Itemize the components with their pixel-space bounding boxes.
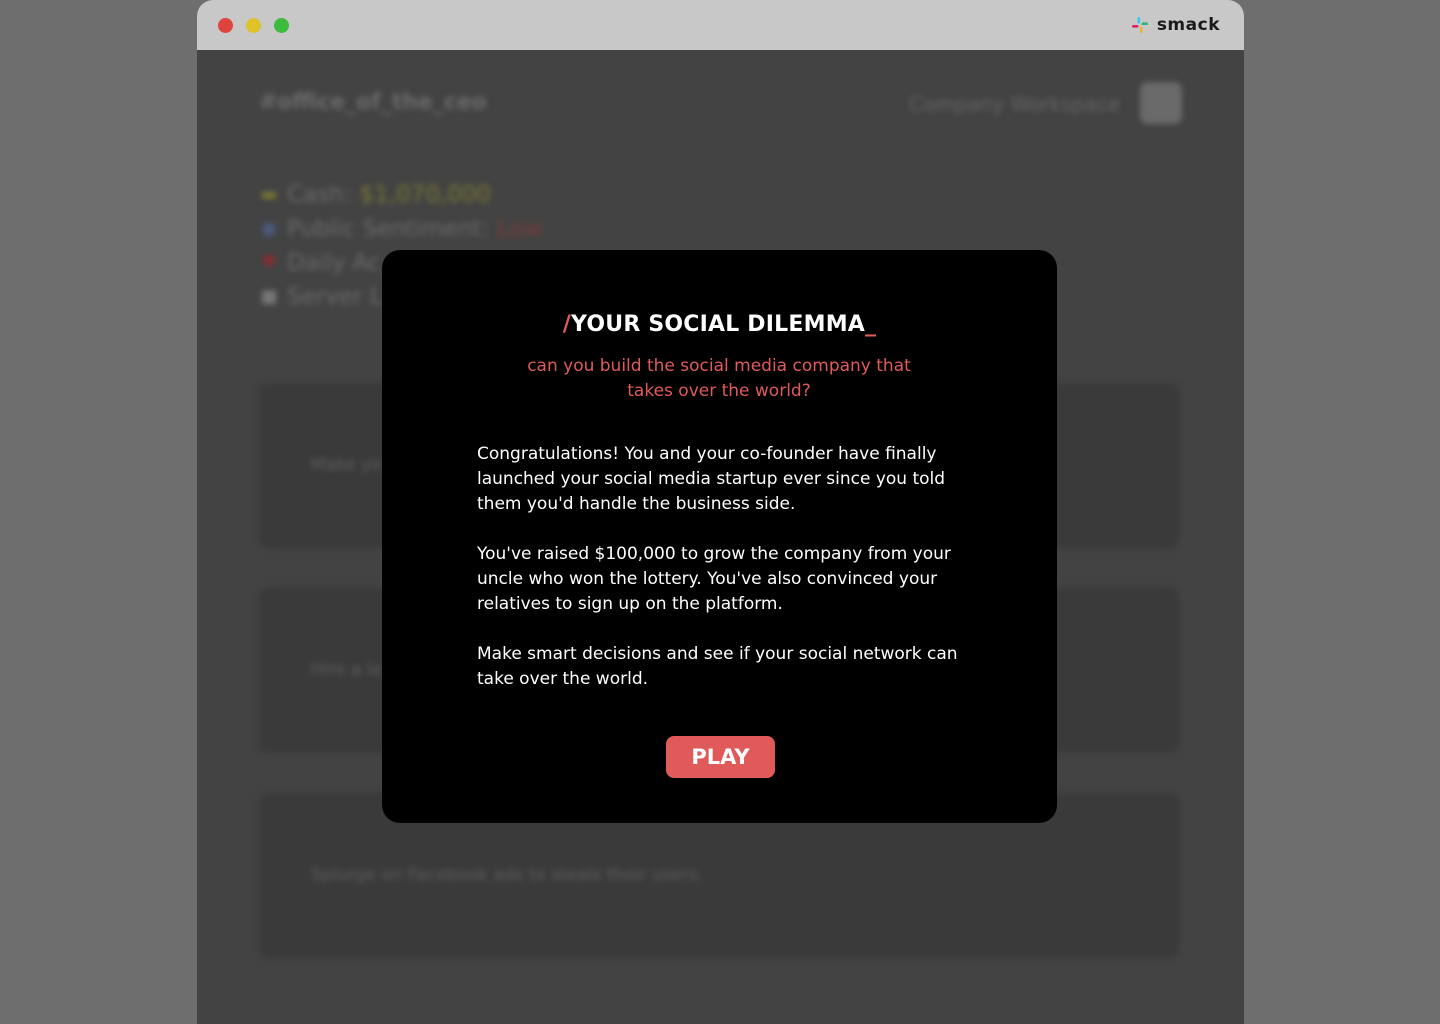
app-brand: smack: [1131, 13, 1220, 37]
title-bar: smack: [197, 0, 1244, 50]
intro-modal: /YOUR SOCIAL DILEMMA_ can you build the …: [382, 250, 1057, 823]
stat-label: Daily Ac: [287, 250, 381, 276]
intro-paragraph: Make smart decisions and see if your soc…: [477, 644, 958, 689]
stat-sentiment: ● Public Sentiment: Low: [259, 212, 542, 246]
title-cursor: _: [865, 312, 877, 337]
globe-icon: ●: [261, 218, 277, 239]
title-text: YOUR SOCIAL DILEMMA: [571, 312, 866, 337]
stat-value: Low: [497, 216, 543, 242]
modal-body: Congratulations! You and your co-founder…: [477, 442, 972, 717]
heart-icon: ♥: [260, 252, 278, 273]
modal-title: /YOUR SOCIAL DILEMMA_: [382, 312, 1057, 337]
maximize-window-button[interactable]: [274, 18, 289, 33]
robot-icon: ■: [260, 286, 278, 307]
slack-logo-icon: [1131, 17, 1148, 33]
decision-card-text: Make yo: [311, 455, 382, 475]
minimize-window-button[interactable]: [246, 18, 261, 33]
title-prefix: /: [562, 312, 572, 337]
close-window-button[interactable]: [218, 18, 233, 33]
stat-cash: ▬ Cash: $1,070,000: [259, 178, 542, 212]
workspace-name: Company Workspace: [909, 92, 1120, 116]
intro-paragraph: Congratulations! You and your co-founder…: [477, 444, 946, 514]
workspace-avatar[interactable]: [1140, 82, 1182, 124]
stat-value: $1,070,000: [359, 182, 492, 208]
decision-card-text: Splurge on Facebook ads to steals their …: [311, 865, 703, 885]
intro-paragraph: You've raised $100,000 to grow the compa…: [477, 544, 951, 614]
stat-label: Public Sentiment:: [287, 216, 490, 242]
decision-card-text: Hire a le: [311, 660, 382, 680]
modal-subtitle: can you build the social media company t…: [527, 356, 911, 401]
app-name: smack: [1156, 15, 1220, 35]
stat-label: Server L: [287, 284, 383, 310]
channel-name: #office_of_the_ceo: [259, 90, 487, 115]
play-button[interactable]: PLAY: [666, 736, 775, 778]
stat-label: Cash:: [287, 182, 352, 208]
money-icon: ▬: [260, 184, 278, 205]
